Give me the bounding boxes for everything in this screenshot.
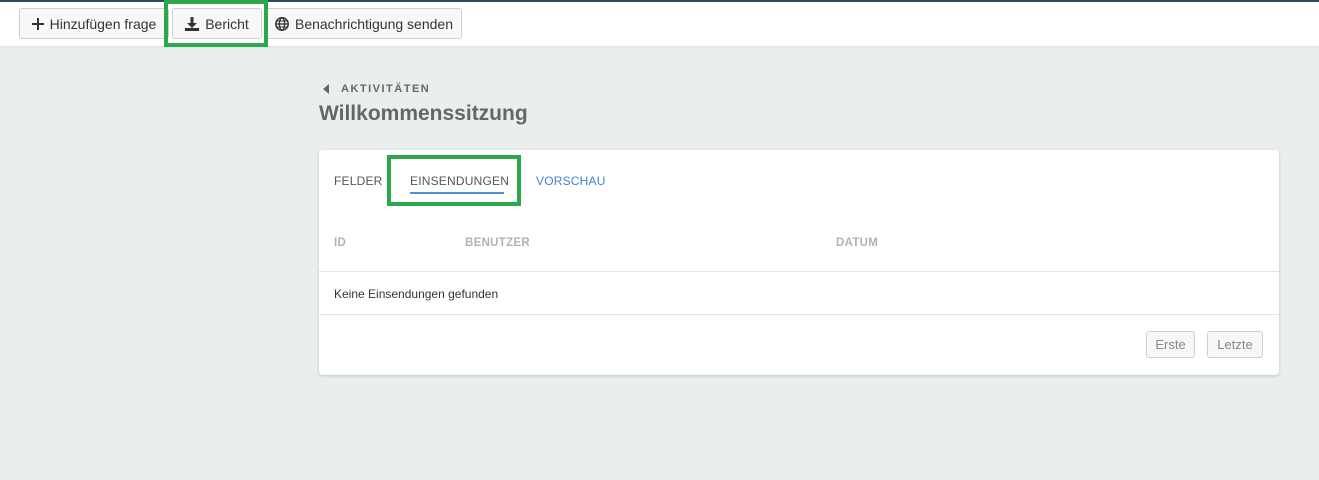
add-question-label: Hinzufügen frage [49,15,157,32]
plus-icon [31,17,44,30]
table-header-divider [319,271,1279,272]
column-header-date[interactable]: DATUM [836,237,878,249]
toolbar: Hinzufügen frage Bericht Benachrichtigun… [0,2,1319,46]
caret-left-icon [323,84,329,94]
report-button[interactable]: Bericht [172,8,262,39]
tab-vorschau[interactable]: VORSCHAU [536,174,606,188]
add-question-button[interactable]: Hinzufügen frage [19,8,169,39]
send-notification-label: Benachrichtigung senden [294,15,453,32]
pagination-last-button[interactable]: Letzte [1207,331,1263,358]
tab-felder[interactable]: FELDER [334,174,383,188]
submissions-card: FELDER EINSENDUNGEN VORSCHAU ID BENUTZER… [319,150,1279,375]
download-icon [185,16,200,31]
empty-message: Keine Einsendungen gefunden [334,287,499,301]
breadcrumb-label: AKTIVITÄTEN [341,83,431,95]
pagination-first-button[interactable]: Erste [1146,331,1195,358]
table-footer-divider [319,314,1279,315]
page-title: Willkommenssitzung [319,102,528,125]
active-tab-underline [410,192,504,194]
column-header-user[interactable]: BENUTZER [465,237,530,249]
send-notification-button[interactable]: Benachrichtigung senden [266,8,462,39]
report-label: Bericht [205,15,249,32]
breadcrumb-back-link[interactable]: AKTIVITÄTEN [323,83,430,95]
globe-icon [275,16,289,31]
tab-einsendungen[interactable]: EINSENDUNGEN [410,174,509,188]
column-header-id[interactable]: ID [334,237,346,249]
